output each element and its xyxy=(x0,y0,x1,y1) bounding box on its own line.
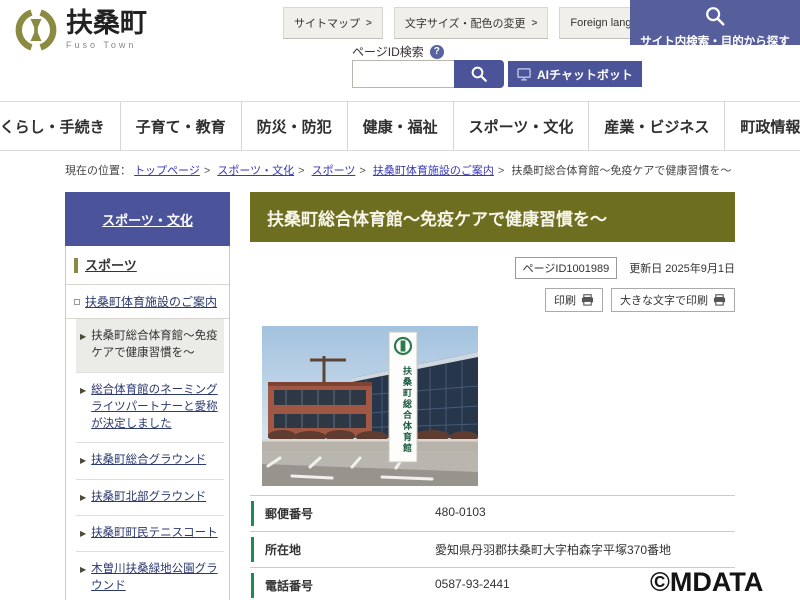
print-button[interactable]: 印刷 xyxy=(545,288,603,312)
sidebar-section-label[interactable]: スポーツ xyxy=(74,258,137,273)
nav-kurashi[interactable]: くらし・手続き xyxy=(0,102,120,150)
page-id-search-button[interactable] xyxy=(454,60,504,88)
breadcrumb-link-facilities[interactable]: 扶桑町体育施設のご案内 xyxy=(373,165,494,177)
search-icon xyxy=(706,7,725,26)
facility-photo: 扶桑町総合体育館 xyxy=(262,326,478,486)
sidebar-item-link[interactable]: 扶桑町北部グラウンド xyxy=(91,489,206,506)
row-value: 愛知県丹羽郡扶桑町大字柏森字平塚370番地 xyxy=(435,543,672,557)
sidebar-item-sogo-ground[interactable]: ▶ 扶桑町総合グラウンド xyxy=(76,443,224,480)
arrow-bullet-icon: ▶ xyxy=(80,332,87,341)
breadcrumb-current: 扶桑町総合体育館～免疫ケアで健康習慣を～ xyxy=(511,165,732,177)
row-label: 所在地 xyxy=(250,532,435,567)
breadcrumb-separator: > xyxy=(497,165,505,177)
sidebar-item-ryokuchi-ground[interactable]: ▶ 木曽川扶桑緑地公園グラウンド xyxy=(76,552,224,600)
print-actions: 印刷 大きな文字で印刷 xyxy=(250,288,735,312)
sidebar-menu: スポーツ 扶桑町体育施設のご案内 ▶ 扶桑町総合体育館～免疫ケアで健康習慣を～ … xyxy=(65,246,230,600)
breadcrumb-prefix: 現在の位置： xyxy=(65,165,131,177)
chatbot-monitor-icon xyxy=(517,67,531,81)
nav-bousai[interactable]: 防災・防犯 xyxy=(240,102,347,150)
sidebar-item-sogo-taiikukan-current[interactable]: ▶ 扶桑町総合体育館～免疫ケアで健康習慣を～ xyxy=(76,319,224,373)
printer-icon xyxy=(581,294,594,306)
page-id-search-label: ページID検索 xyxy=(352,45,424,59)
sidebar-sub-list: ▶ 扶桑町総合体育館～免疫ケアで健康習慣を～ ▶ 総合体育館のネーミングライツパ… xyxy=(76,319,224,600)
sidebar-item-hokubu-ground[interactable]: ▶ 扶桑町北部グラウンド xyxy=(76,480,224,516)
ai-chatbot-label: AIチャットボット xyxy=(537,67,633,82)
text-size-color-button[interactable]: 文字サイズ・配色の変更 > xyxy=(393,7,549,39)
site-search-label: サイト内検索・目的から探す xyxy=(640,36,790,48)
nav-chousei[interactable]: 町政情報 xyxy=(724,102,800,150)
updated-date: 更新日 2025年9月1日 xyxy=(629,263,735,275)
breadcrumb-link-sports[interactable]: スポーツ xyxy=(312,165,356,177)
sidebar-parent-item[interactable]: 扶桑町体育施設のご案内 xyxy=(66,285,229,319)
sitemap-label: サイトマップ xyxy=(294,18,360,30)
site-search-menu-button[interactable]: サイト内検索・目的から探す xyxy=(630,0,800,48)
help-icon[interactable]: ? xyxy=(429,44,444,59)
watermark: ©MDATA xyxy=(650,567,764,597)
ai-chatbot-button[interactable]: AIチャットボット xyxy=(508,61,642,87)
site-title: 扶桑町 xyxy=(66,8,147,38)
table-row: 郵便番号 480-0103 xyxy=(250,495,735,531)
arrow-bullet-icon: ▶ xyxy=(80,492,87,502)
sitemap-button[interactable]: サイトマップ > xyxy=(283,7,383,39)
page-id-badge: ページID1001989 xyxy=(514,257,618,279)
sidebar: スポーツ・文化 スポーツ 扶桑町体育施設のご案内 ▶ 扶桑町総合体育館～免疫ケア… xyxy=(65,192,230,600)
page-id-search: ページID検索 ? xyxy=(352,43,444,60)
arrow-bullet-icon: ▶ xyxy=(80,565,87,574)
sidebar-parent-link[interactable]: 扶桑町体育施設のご案内 xyxy=(85,293,217,310)
breadcrumb-link-top[interactable]: トップページ xyxy=(134,165,200,177)
row-value: 480-0103 xyxy=(435,505,486,519)
page-title: 扶桑町総合体育館～免疫ケアで健康習慣を～ xyxy=(250,192,735,242)
breadcrumb: 現在の位置： トップページ > スポーツ・文化 > スポーツ > 扶桑町体育施設のご案… xyxy=(65,162,785,178)
sidebar-item-label: 扶桑町総合体育館～免疫ケアで健康習慣を～ xyxy=(91,330,218,360)
arrow-bullet-icon: ▶ xyxy=(80,528,87,538)
sidebar-item-tennis-court[interactable]: ▶ 扶桑町町民テニスコート xyxy=(76,516,224,552)
breadcrumb-separator: > xyxy=(359,165,366,177)
arrow-bullet-icon: ▶ xyxy=(80,385,87,395)
print-large-button[interactable]: 大きな文字で印刷 xyxy=(611,288,735,312)
row-label: 電話番号 xyxy=(250,568,435,600)
sidebar-section-sports[interactable]: スポーツ xyxy=(66,246,229,285)
fuso-town-logo-icon xyxy=(15,9,57,51)
nav-sports[interactable]: スポーツ・文化 xyxy=(452,102,589,150)
chevron-right-icon: > xyxy=(366,17,372,29)
print-large-label: 大きな文字で印刷 xyxy=(620,295,708,307)
page: 扶桑町 Fuso Town サイトマップ > 文字サイズ・配色の変更 > For… xyxy=(0,0,800,600)
sidebar-category-header[interactable]: スポーツ・文化 xyxy=(65,192,230,246)
sidebar-category-link[interactable]: スポーツ・文化 xyxy=(102,210,193,229)
chevron-right-icon: > xyxy=(531,17,538,29)
square-bullet-icon xyxy=(74,298,80,305)
nav-kosodate[interactable]: 子育て・教育 xyxy=(119,102,241,150)
facility-photo-illustration xyxy=(262,326,478,486)
sidebar-item-link[interactable]: 木曽川扶桑緑地公園グラウンド xyxy=(91,561,220,596)
page-id-search-form xyxy=(352,60,504,88)
sidebar-item-link[interactable]: 扶桑町町民テニスコート xyxy=(91,525,218,542)
sidebar-item-link[interactable]: 総合体育館のネーミングライツパートナーと愛称が決定しました xyxy=(91,382,220,434)
breadcrumb-separator: > xyxy=(298,165,305,177)
printer-icon xyxy=(713,294,726,306)
nav-sangyou[interactable]: 産業・ビジネス xyxy=(588,102,724,150)
site-title-en: Fuso Town xyxy=(66,40,137,50)
text-size-color-label: 文字サイズ・配色の変更 xyxy=(404,18,526,30)
page-meta: ページID1001989 更新日 2025年9月1日 xyxy=(250,257,735,279)
site-logo[interactable]: 扶桑町 Fuso Town xyxy=(14,8,147,52)
page-id-search-input[interactable] xyxy=(352,60,454,88)
breadcrumb-separator: > xyxy=(203,165,211,177)
print-label: 印刷 xyxy=(554,295,576,307)
nav-kenkou[interactable]: 健康・福祉 xyxy=(346,102,453,150)
utility-buttons: サイトマップ > 文字サイズ・配色の変更 > Foreign language … xyxy=(283,7,679,39)
sidebar-item-naming-rights[interactable]: ▶ 総合体育館のネーミングライツパートナーと愛称が決定しました xyxy=(76,373,224,444)
table-row: 所在地 愛知県丹羽郡扶桑町大字柏森字平塚370番地 xyxy=(250,531,735,567)
breadcrumb-link-sports-culture[interactable]: スポーツ・文化 xyxy=(217,165,294,177)
global-nav: くらし・手続き 子育て・教育 防災・防犯 健康・福祉 スポーツ・文化 産業・ビジ… xyxy=(0,101,800,151)
facility-sign-text: 扶桑町総合体育館 xyxy=(402,366,412,454)
arrow-bullet-icon: ▶ xyxy=(80,456,87,466)
sidebar-item-link[interactable]: 扶桑町総合グラウンド xyxy=(91,452,206,469)
main-content: 扶桑町総合体育館～免疫ケアで健康習慣を～ ページID1001989 更新日 20… xyxy=(250,192,735,600)
search-icon xyxy=(471,66,487,82)
row-label: 郵便番号 xyxy=(250,496,435,531)
